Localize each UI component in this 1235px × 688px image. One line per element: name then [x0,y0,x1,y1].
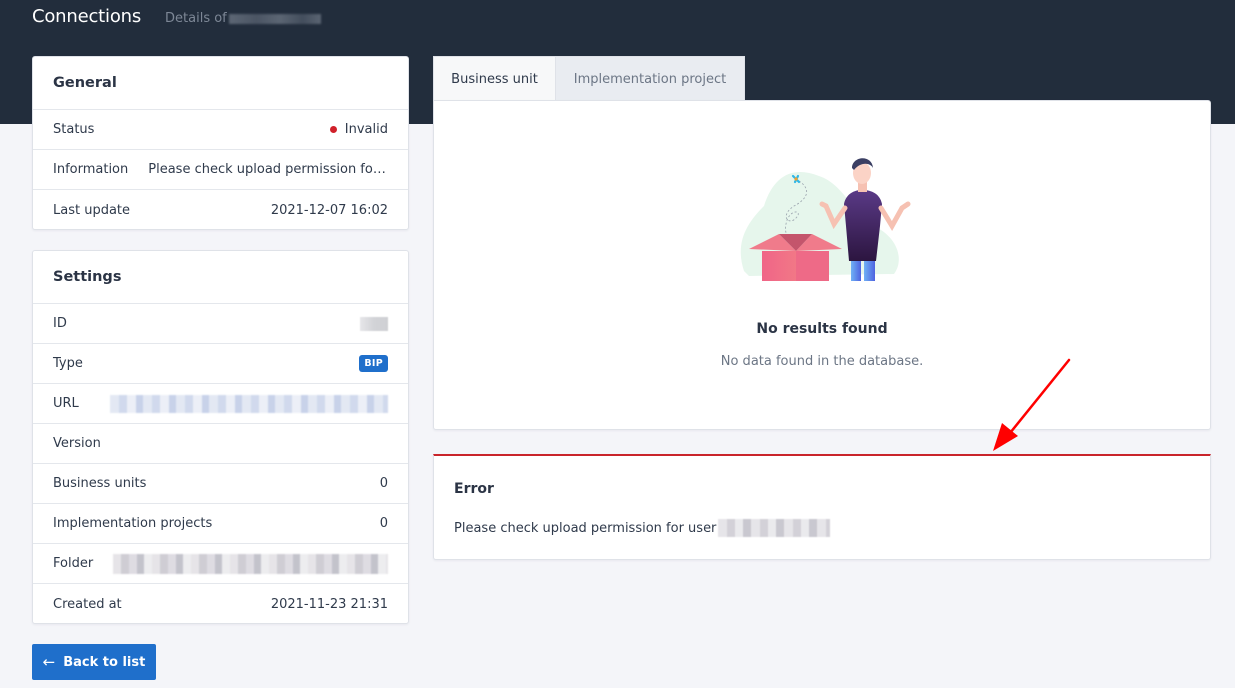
page-subtitle: Details of [165,11,321,26]
general-card-title: General [33,57,408,110]
empty-box-illustration [740,158,911,281]
error-message-text: Please check upload permission for user [454,520,717,536]
information-value: Please check upload permission for user [148,162,388,177]
empty-state-subtitle: No data found in the database. [720,354,924,369]
arrow-left-icon: ← [42,653,56,671]
empty-state-title: No results found [756,321,888,337]
error-message: Please check upload permission for user [454,519,831,537]
row-label: ID [53,316,67,331]
general-row-information: Information Please check upload permissi… [33,150,408,190]
settings-row-type: Type BIP [33,344,408,384]
row-label: Status [53,122,95,137]
row-label: Implementation projects [53,516,213,531]
redacted-username [718,519,831,537]
error-panel: Error Please check upload permission for… [433,454,1211,560]
row-label: Information [53,162,129,177]
tab-implementation-project[interactable]: Implementation project [556,56,745,101]
implementation-projects-value: 0 [379,516,388,531]
row-label: Created at [53,596,122,612]
row-label: Folder [53,556,94,571]
redacted-id [360,316,388,331]
settings-row-folder: Folder [33,544,408,584]
row-label: URL [53,396,79,411]
business-units-value: 0 [379,476,388,491]
error-title: Error [454,481,494,497]
redacted-folder [113,553,388,574]
page-header: Connections Details of [32,6,321,32]
status-badge: Invalid [329,122,388,137]
settings-row-created-at: Created at 2021-11-23 21:31 [33,584,408,624]
settings-card: Settings ID Type BIP URL Version Busines… [32,250,409,624]
redacted-connection-name [228,13,321,24]
settings-row-business-units: Business units 0 [33,464,408,504]
back-to-list-label: Back to list [63,654,146,670]
results-panel: No results found No data found in the da… [433,100,1211,430]
settings-row-implementation-projects: Implementation projects 0 [33,504,408,544]
status-dot-icon [329,126,337,133]
general-card: General Status Invalid Information Pleas… [32,56,409,230]
row-label: Type [53,356,83,371]
back-to-list-button[interactable]: ← Back to list [32,644,156,680]
settings-row-version: Version [33,424,408,464]
last-update-value: 2021-12-07 16:02 [270,202,388,218]
row-label: Business units [53,476,147,491]
settings-card-title: Settings [33,251,408,304]
general-row-status: Status Invalid [33,110,408,150]
results-tabs: Business unit Implementation project [433,56,745,101]
type-badge: BIP [359,355,388,372]
status-text: Invalid [344,122,388,137]
page-subtitle-text: Details of [165,11,227,26]
settings-row-url: URL [33,384,408,424]
redacted-url [110,394,388,413]
page-title: Connections [32,6,142,27]
row-label: Last update [53,202,131,218]
tab-business-unit[interactable]: Business unit [433,56,556,101]
settings-row-id: ID [33,304,408,344]
general-row-last-update: Last update 2021-12-07 16:02 [33,190,408,230]
created-at-value: 2021-11-23 21:31 [270,596,388,612]
row-label: Version [53,436,101,451]
